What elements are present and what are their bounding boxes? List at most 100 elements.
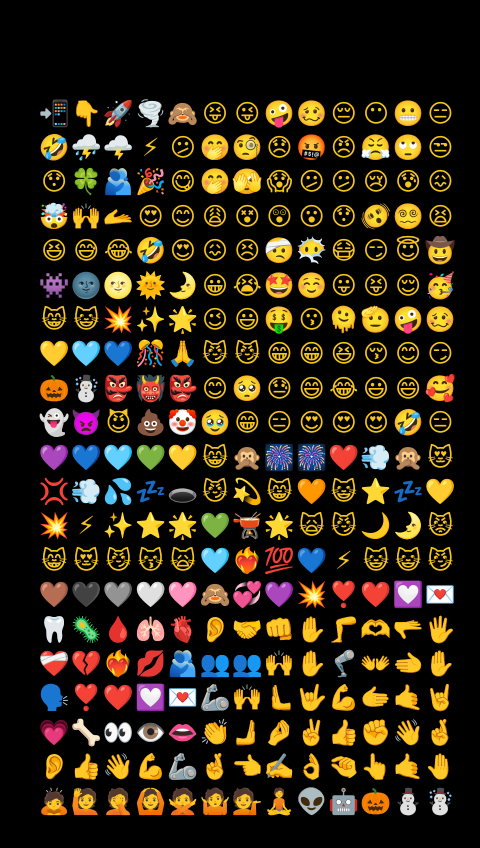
emoji-icon[interactable]: 🤯: [38, 199, 70, 233]
emoji-icon[interactable]: 😋: [167, 165, 199, 199]
emoji-icon[interactable]: 🎊: [135, 337, 167, 371]
emoji-icon[interactable]: 😸: [199, 440, 231, 474]
emoji-icon[interactable]: 💢: [38, 474, 70, 508]
emoji-icon[interactable]: 🌝: [102, 268, 134, 302]
emoji-icon[interactable]: 🤟: [296, 681, 328, 715]
emoji-icon[interactable]: 🤙: [392, 681, 424, 715]
emoji-icon[interactable]: 😝: [360, 268, 392, 302]
emoji-icon[interactable]: 😵: [231, 199, 263, 233]
emoji-icon[interactable]: 🙄: [392, 130, 424, 164]
emoji-icon[interactable]: 👈: [231, 749, 263, 783]
emoji-icon[interactable]: 😆: [328, 337, 360, 371]
emoji-icon[interactable]: ❤️: [328, 440, 360, 474]
emoji-icon[interactable]: 😇: [392, 234, 424, 268]
emoji-icon[interactable]: 🩶: [102, 577, 134, 611]
emoji-icon[interactable]: 😌: [392, 268, 424, 302]
emoji-icon[interactable]: 😓: [263, 371, 295, 405]
emoji-icon[interactable]: 👿: [70, 406, 102, 440]
emoji-icon[interactable]: 😞: [263, 130, 295, 164]
emoji-icon[interactable]: 💦: [102, 474, 134, 508]
emoji-icon[interactable]: 💙: [102, 337, 134, 371]
emoji-icon[interactable]: ⚡: [135, 130, 167, 164]
emoji-icon[interactable]: ❣️: [70, 681, 102, 715]
emoji-icon[interactable]: 🩵: [199, 543, 231, 577]
emoji-icon[interactable]: ☺️: [296, 268, 328, 302]
emoji-icon[interactable]: 👄: [167, 715, 199, 749]
emoji-icon[interactable]: 😑: [424, 406, 456, 440]
emoji-icon[interactable]: 👁️: [135, 715, 167, 749]
emoji-icon[interactable]: 🦾: [167, 749, 199, 783]
emoji-icon[interactable]: 💥: [296, 577, 328, 611]
emoji-icon[interactable]: 👺: [167, 371, 199, 405]
emoji-icon[interactable]: 🤎: [38, 577, 70, 611]
emoji-icon[interactable]: ❤️: [360, 577, 392, 611]
emoji-icon[interactable]: 😯: [328, 199, 360, 233]
emoji-icon[interactable]: 😍: [167, 234, 199, 268]
emoji-icon[interactable]: 💤: [392, 474, 424, 508]
emoji-icon[interactable]: 🤣: [392, 406, 424, 440]
emoji-icon[interactable]: 🦵: [328, 612, 360, 646]
emoji-icon[interactable]: 🚀: [102, 96, 134, 130]
emoji-icon[interactable]: 🖐️: [424, 612, 456, 646]
emoji-icon[interactable]: 🤣: [38, 130, 70, 164]
emoji-icon[interactable]: 😜: [231, 96, 263, 130]
emoji-icon[interactable]: 🌟: [167, 509, 199, 543]
emoji-icon[interactable]: 💞: [231, 577, 263, 611]
emoji-icon[interactable]: 👍: [70, 749, 102, 783]
emoji-icon[interactable]: 🌛: [167, 268, 199, 302]
emoji-icon[interactable]: 🤡: [167, 406, 199, 440]
emoji-icon[interactable]: 💛: [167, 440, 199, 474]
emoji-icon[interactable]: 🫸: [231, 715, 263, 749]
emoji-icon[interactable]: 🤘: [424, 681, 456, 715]
emoji-icon[interactable]: 🌟: [167, 302, 199, 336]
emoji-icon[interactable]: 😷: [328, 234, 360, 268]
emoji-icon[interactable]: ✨: [135, 302, 167, 336]
emoji-icon[interactable]: 👾: [38, 268, 70, 302]
emoji-icon[interactable]: 🩵: [70, 337, 102, 371]
emoji-icon[interactable]: 🌙: [360, 509, 392, 543]
emoji-icon[interactable]: 🤞: [199, 749, 231, 783]
emoji-icon[interactable]: 💨: [360, 440, 392, 474]
emoji-icon[interactable]: 😮: [296, 199, 328, 233]
emoji-icon[interactable]: 😻: [70, 543, 102, 577]
emoji-icon[interactable]: 🙆: [135, 784, 167, 818]
emoji-icon[interactable]: 😀: [199, 268, 231, 302]
emoji-icon[interactable]: 💚: [199, 509, 231, 543]
emoji-icon[interactable]: 🙈: [167, 96, 199, 130]
emoji-icon[interactable]: 😖: [199, 234, 231, 268]
emoji-icon[interactable]: 🤍: [135, 577, 167, 611]
emoji-icon[interactable]: 😚: [360, 337, 392, 371]
emoji-icon[interactable]: 🦾: [199, 681, 231, 715]
emoji-icon[interactable]: 💌: [424, 577, 456, 611]
emoji-icon[interactable]: 🤷: [199, 784, 231, 818]
emoji-icon[interactable]: 🤣: [135, 234, 167, 268]
emoji-icon[interactable]: 🙏: [167, 337, 199, 371]
emoji-icon[interactable]: ✋: [296, 646, 328, 680]
emoji-icon[interactable]: 🦿: [328, 646, 360, 680]
emoji-icon[interactable]: 🙌: [231, 681, 263, 715]
emoji-icon[interactable]: 😊: [392, 337, 424, 371]
emoji-icon[interactable]: 🤑: [263, 302, 295, 336]
emoji-icon[interactable]: 🙌: [263, 646, 295, 680]
emoji-icon[interactable]: 🙌: [70, 199, 102, 233]
emoji-icon[interactable]: 🤪: [392, 302, 424, 336]
emoji-icon[interactable]: 🫲: [392, 646, 424, 680]
emoji-icon[interactable]: 🩸: [102, 612, 134, 646]
emoji-icon[interactable]: 👋: [392, 715, 424, 749]
emoji-icon[interactable]: 😂: [102, 234, 134, 268]
emoji-icon[interactable]: 🥴: [296, 96, 328, 130]
emoji-icon[interactable]: 🤖: [328, 784, 360, 818]
emoji-icon[interactable]: 💔: [70, 646, 102, 680]
emoji-icon[interactable]: 😃: [231, 302, 263, 336]
emoji-icon[interactable]: 🙀: [296, 509, 328, 543]
emoji-icon[interactable]: ☃️: [70, 371, 102, 405]
emoji-icon[interactable]: 😣: [231, 234, 263, 268]
emoji-icon[interactable]: 💪: [328, 681, 360, 715]
emoji-icon[interactable]: 😫: [424, 199, 456, 233]
emoji-icon[interactable]: 😰: [392, 165, 424, 199]
emoji-icon[interactable]: 😛: [328, 268, 360, 302]
emoji-icon[interactable]: 👥: [199, 646, 231, 680]
emoji-icon[interactable]: 💟: [135, 681, 167, 715]
emoji-icon[interactable]: 😶‍🌫️: [296, 234, 328, 268]
emoji-icon[interactable]: 😺: [360, 543, 392, 577]
